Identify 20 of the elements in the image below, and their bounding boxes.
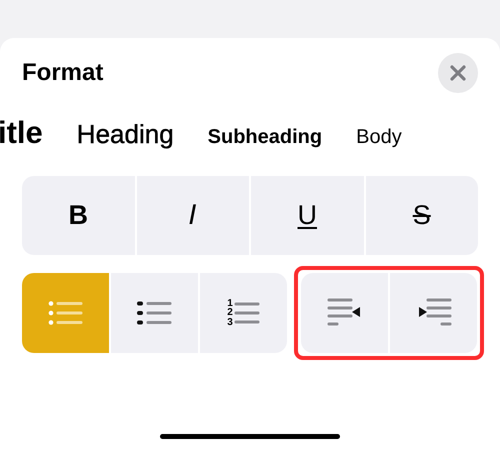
font-style-button[interactable]: I — [136, 176, 249, 255]
outdent-icon — [326, 298, 362, 328]
close-button[interactable] — [438, 53, 478, 93]
indent-button[interactable] — [301, 273, 388, 353]
text-style-option[interactable]: Body — [356, 126, 402, 149]
font-style-button[interactable]: S — [366, 176, 478, 255]
text-style-option[interactable]: Subheading — [208, 126, 322, 149]
dashed-list-icon — [136, 301, 172, 325]
lines-icon — [234, 301, 260, 325]
list-style-button[interactable] — [22, 273, 109, 353]
text-style-option[interactable]: Heading — [76, 119, 174, 150]
bulleted-list-icon — [48, 301, 84, 325]
list-style-button[interactable]: 1 2 3 — [200, 273, 287, 353]
font-style-button[interactable]: U — [251, 176, 364, 255]
sheet-title: Format — [22, 59, 104, 87]
close-icon — [450, 65, 466, 81]
list-style-button[interactable] — [111, 273, 198, 353]
indent-button[interactable] — [390, 273, 477, 353]
text-style-option[interactable]: itle — [0, 115, 43, 151]
font-style-button[interactable]: B — [22, 176, 134, 255]
